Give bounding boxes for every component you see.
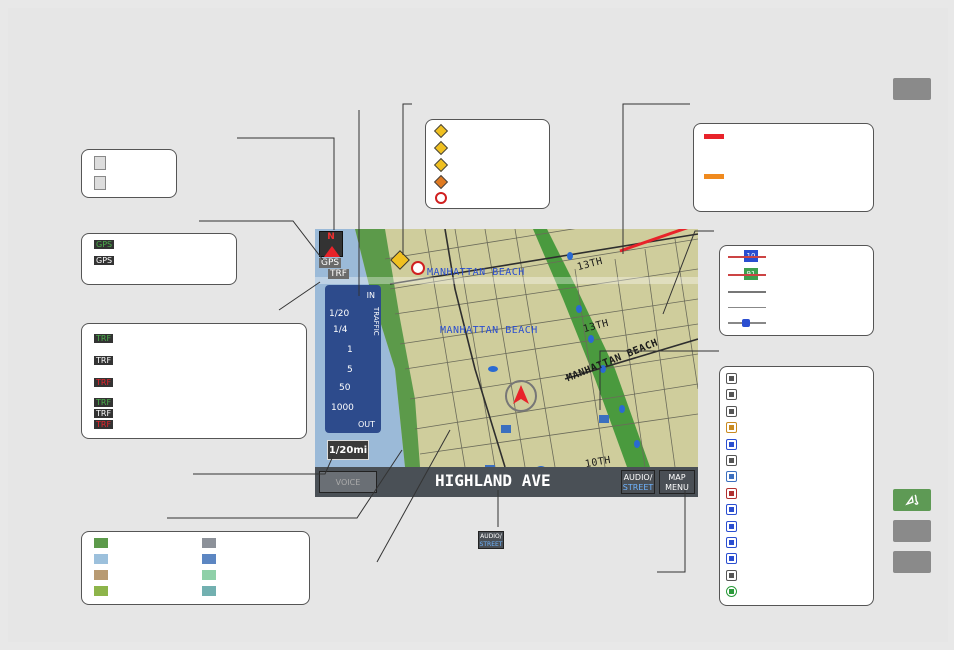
road-line <box>728 256 766 258</box>
traffic-icon: TRF <box>94 420 114 429</box>
chapter-tab[interactable] <box>893 78 931 100</box>
land-use-swatch <box>202 570 216 580</box>
traffic-indicator: TRF <box>328 269 349 279</box>
warning-icon <box>433 157 449 173</box>
audio-street-icon: AUDIO/ STREET <box>478 531 504 549</box>
scale-value[interactable]: 50 <box>339 383 350 393</box>
phone-icon <box>726 520 737 532</box>
warning-icon <box>433 174 449 190</box>
no-entry-icon <box>435 192 447 204</box>
traffic-orange-swatch <box>704 174 724 179</box>
audio-street-button[interactable]: AUDIO/ STREET <box>621 470 655 494</box>
map-menu-button[interactable]: MAP MENU <box>659 470 695 494</box>
scale-value[interactable]: 5 <box>347 365 353 375</box>
parking-icon <box>726 438 737 450</box>
place-label: MANHATTAN BEACH <box>440 325 538 336</box>
land-use-swatch <box>202 538 216 548</box>
north-up-icon <box>324 246 340 257</box>
land-use-swatch <box>94 538 108 548</box>
gps-icon: GPS <box>94 240 115 249</box>
hotel-icon <box>726 487 737 499</box>
school-icon <box>726 569 737 581</box>
no-entry-icon <box>411 261 425 275</box>
acura-dealer-icon <box>726 373 737 384</box>
land-use-swatch <box>202 586 216 596</box>
traffic-icon: TRF <box>94 398 114 407</box>
warning-icon <box>433 123 449 139</box>
bank-icon <box>726 455 737 466</box>
land-use-swatch <box>94 586 108 596</box>
land-use-callout <box>81 531 310 605</box>
place-label: MANHATTAN BEACH <box>427 267 525 278</box>
train-icon <box>726 553 737 565</box>
warning-icon <box>433 140 449 156</box>
info-icon <box>726 586 737 598</box>
traffic-scale-label: TRAFFIC <box>372 307 380 336</box>
road-line <box>728 291 766 293</box>
voice-button[interactable]: VOICE <box>319 471 377 493</box>
land-use-swatch <box>94 570 108 580</box>
traffic-callout: TRF TRF TRF TRF TRF TRF <box>81 323 307 439</box>
gps-indicator: GPS <box>319 258 342 268</box>
traffic-icon: TRF <box>94 356 114 365</box>
nav-side-icon <box>905 494 919 506</box>
traffic-colors-callout <box>693 123 874 212</box>
poi-icons-callout <box>719 366 874 606</box>
side-tab-2[interactable] <box>893 520 931 542</box>
heading-up-icon <box>94 176 106 190</box>
scale-value[interactable]: 1 <box>347 345 353 355</box>
traffic-icon: TRF <box>94 334 114 343</box>
honda-dealer-icon <box>726 389 737 401</box>
north-up-icon <box>94 156 106 170</box>
scale-value[interactable]: 1/20 <box>329 309 349 319</box>
atm-icon <box>726 405 737 417</box>
traffic-icon: TRF <box>94 378 114 387</box>
warning-icons-callout <box>425 119 550 209</box>
nav-side-tab[interactable] <box>893 489 931 511</box>
zoom-scale-panel[interactable]: IN 1/20 1/4 1 5 50 1000 OUT TRAFFIC <box>325 285 381 433</box>
road-line <box>728 307 766 308</box>
orientation-callout <box>81 149 177 198</box>
side-tab-3[interactable] <box>893 551 931 573</box>
land-use-swatch <box>202 554 216 564</box>
road-types-callout: 10 91 <box>719 245 874 336</box>
gps-callout: GPS GPS <box>81 233 237 285</box>
scale-value[interactable]: 1000 <box>331 403 354 413</box>
traffic-red-swatch <box>704 134 724 139</box>
current-street: HIGHLAND AVE <box>435 471 551 490</box>
orientation-button[interactable]: N <box>319 231 343 257</box>
map-screen[interactable]: N GPS TRF IN 1/20 1/4 1 5 50 1000 OUT TR… <box>315 229 698 497</box>
gas-station-icon <box>726 422 737 434</box>
land-use-swatch <box>94 554 108 564</box>
gps-icon: GPS <box>94 256 115 265</box>
scale-value[interactable]: 1/4 <box>333 325 347 335</box>
ferry-icon <box>742 319 750 327</box>
traffic-icon: TRF <box>94 409 114 418</box>
road-line <box>728 274 766 276</box>
hospital-icon <box>726 537 737 548</box>
restaurant-icon <box>726 504 737 516</box>
grocery-icon <box>726 471 737 483</box>
scale-readout[interactable]: 1/20mi <box>327 440 369 460</box>
